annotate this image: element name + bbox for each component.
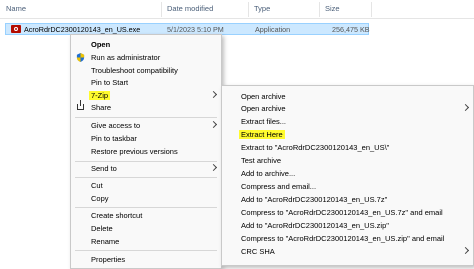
menu-item-label: Extract to "AcroRdrDC2300120143_en_US\" xyxy=(241,143,390,152)
menu-item-label: Create shortcut xyxy=(91,211,143,220)
menu-item-copy[interactable]: Copy xyxy=(71,192,221,205)
file-date: 5/1/2023 5:10 PM xyxy=(167,25,224,34)
menu-item-label: Troubleshoot compatibility xyxy=(91,66,178,75)
menu-separator xyxy=(75,177,217,178)
chevron-right-icon xyxy=(209,163,218,172)
menu-item-label: Test archive xyxy=(241,156,282,165)
menu-item-label: Properties xyxy=(91,255,126,264)
menu-item-label: Run as administrator xyxy=(91,53,161,62)
column-divider[interactable] xyxy=(248,2,249,17)
header-divider xyxy=(0,18,474,19)
menu-item-restore-versions[interactable]: Restore previous versions xyxy=(71,145,221,158)
menu-item-label: Add to "AcroRdrDC2300120143_en_US.7z" xyxy=(241,195,388,204)
column-header-type[interactable]: Type xyxy=(254,4,270,13)
menu-item-delete[interactable]: Delete xyxy=(71,222,221,235)
menu-item-extract-files[interactable]: Extract files... xyxy=(222,115,473,128)
menu-item-cut[interactable]: Cut xyxy=(71,179,221,192)
shield-icon xyxy=(76,53,85,62)
menu-item-label: Extract files... xyxy=(241,117,287,126)
menu-item-extract-here[interactable]: Extract Here xyxy=(222,128,473,141)
menu-item-properties[interactable]: Properties xyxy=(71,253,221,266)
menu-item-crc-sha[interactable]: CRC SHA xyxy=(222,245,473,258)
menu-item-label: Compress to "AcroRdrDC2300120143_en_US.z… xyxy=(241,234,445,243)
menu-item-highlight: 7-Zip xyxy=(89,91,111,100)
menu-item-label: Compress and email... xyxy=(241,182,317,191)
menu-item-label: Cut xyxy=(91,181,103,190)
chevron-right-icon xyxy=(461,246,470,255)
menu-item-label: Give access to xyxy=(91,121,141,130)
menu-item-label: Extract Here xyxy=(239,130,285,139)
menu-item-pin-start[interactable]: Pin to Start xyxy=(71,76,221,89)
menu-item-label: Send to xyxy=(91,164,117,173)
menu-item-rename[interactable]: Rename xyxy=(71,235,221,248)
menu-item-share[interactable]: Share xyxy=(71,100,221,114)
menu-item-label: 7-Zip xyxy=(89,91,111,100)
menu-item-label: Delete xyxy=(91,224,113,233)
chevron-right-icon xyxy=(209,120,218,129)
menu-item-label: Pin to taskbar xyxy=(91,134,137,143)
column-header-date-modified[interactable]: Date modified xyxy=(167,4,213,13)
menu-item-label: CRC SHA xyxy=(241,247,275,256)
chevron-right-icon xyxy=(461,103,470,112)
menu-item-add-to-7z[interactable]: Add to "AcroRdrDC2300120143_en_US.7z" xyxy=(222,193,473,206)
menu-item-pin-taskbar[interactable]: Pin to taskbar xyxy=(71,132,221,145)
menu-item-create-shortcut[interactable]: Create shortcut xyxy=(71,209,221,222)
menu-item-run-as-admin[interactable]: Run as administrator xyxy=(71,51,221,64)
column-divider[interactable] xyxy=(371,2,372,17)
pdf-icon xyxy=(11,25,21,33)
menu-item-label: Open archive xyxy=(241,104,286,113)
menu-item-open-archive-sub[interactable]: Open archive xyxy=(222,102,473,115)
chevron-right-icon xyxy=(209,90,218,99)
context-menu: Open Run as administrator Troubleshoot c… xyxy=(70,34,222,269)
menu-item-label: Restore previous versions xyxy=(91,147,178,156)
menu-separator xyxy=(75,117,217,118)
menu-item-compress-email[interactable]: Compress and email... xyxy=(222,180,473,193)
menu-item-extract-to[interactable]: Extract to "AcroRdrDC2300120143_en_US\" xyxy=(222,141,473,154)
menu-item-send-to[interactable]: Send to xyxy=(71,162,221,175)
menu-item-add-to-zip[interactable]: Add to "AcroRdrDC2300120143_en_US.zip" xyxy=(222,219,473,232)
menu-item-label: Add to "AcroRdrDC2300120143_en_US.zip" xyxy=(241,221,389,230)
file-name: AcroRdrDC2300120143_en_US.exe xyxy=(24,25,141,34)
share-icon xyxy=(77,100,84,110)
column-divider[interactable] xyxy=(319,2,320,17)
column-header-name[interactable]: Name xyxy=(6,4,26,13)
menu-item-give-access[interactable]: Give access to xyxy=(71,119,221,132)
menu-item-label: Copy xyxy=(91,194,109,203)
menu-item-label: Open archive xyxy=(241,92,286,101)
menu-item-label: Compress to "AcroRdrDC2300120143_en_US.7… xyxy=(241,208,443,217)
file-type: Application xyxy=(255,25,291,34)
menu-item-test-archive[interactable]: Test archive xyxy=(222,154,473,167)
menu-separator xyxy=(75,250,217,251)
menu-item-label: Add to archive... xyxy=(241,169,296,178)
column-divider[interactable] xyxy=(161,2,162,17)
menu-item-highlight: Extract Here xyxy=(239,130,285,139)
menu-item-open[interactable]: Open xyxy=(71,38,221,51)
file-size: 256,475 KB xyxy=(332,25,370,34)
menu-item-label: Rename xyxy=(91,237,120,246)
column-header-size[interactable]: Size xyxy=(325,4,340,13)
menu-item-label: Pin to Start xyxy=(91,78,129,87)
menu-item-compress-7z-email[interactable]: Compress to "AcroRdrDC2300120143_en_US.7… xyxy=(222,206,473,219)
menu-item-label: Open xyxy=(91,40,111,49)
menu-item-compress-zip-email[interactable]: Compress to "AcroRdrDC2300120143_en_US.z… xyxy=(222,232,473,245)
menu-item-label: Share xyxy=(91,103,112,112)
menu-separator xyxy=(75,207,217,208)
menu-item-add-to-archive[interactable]: Add to archive... xyxy=(222,167,473,180)
7zip-submenu: Open archive Open archive Extract files.… xyxy=(221,85,474,266)
